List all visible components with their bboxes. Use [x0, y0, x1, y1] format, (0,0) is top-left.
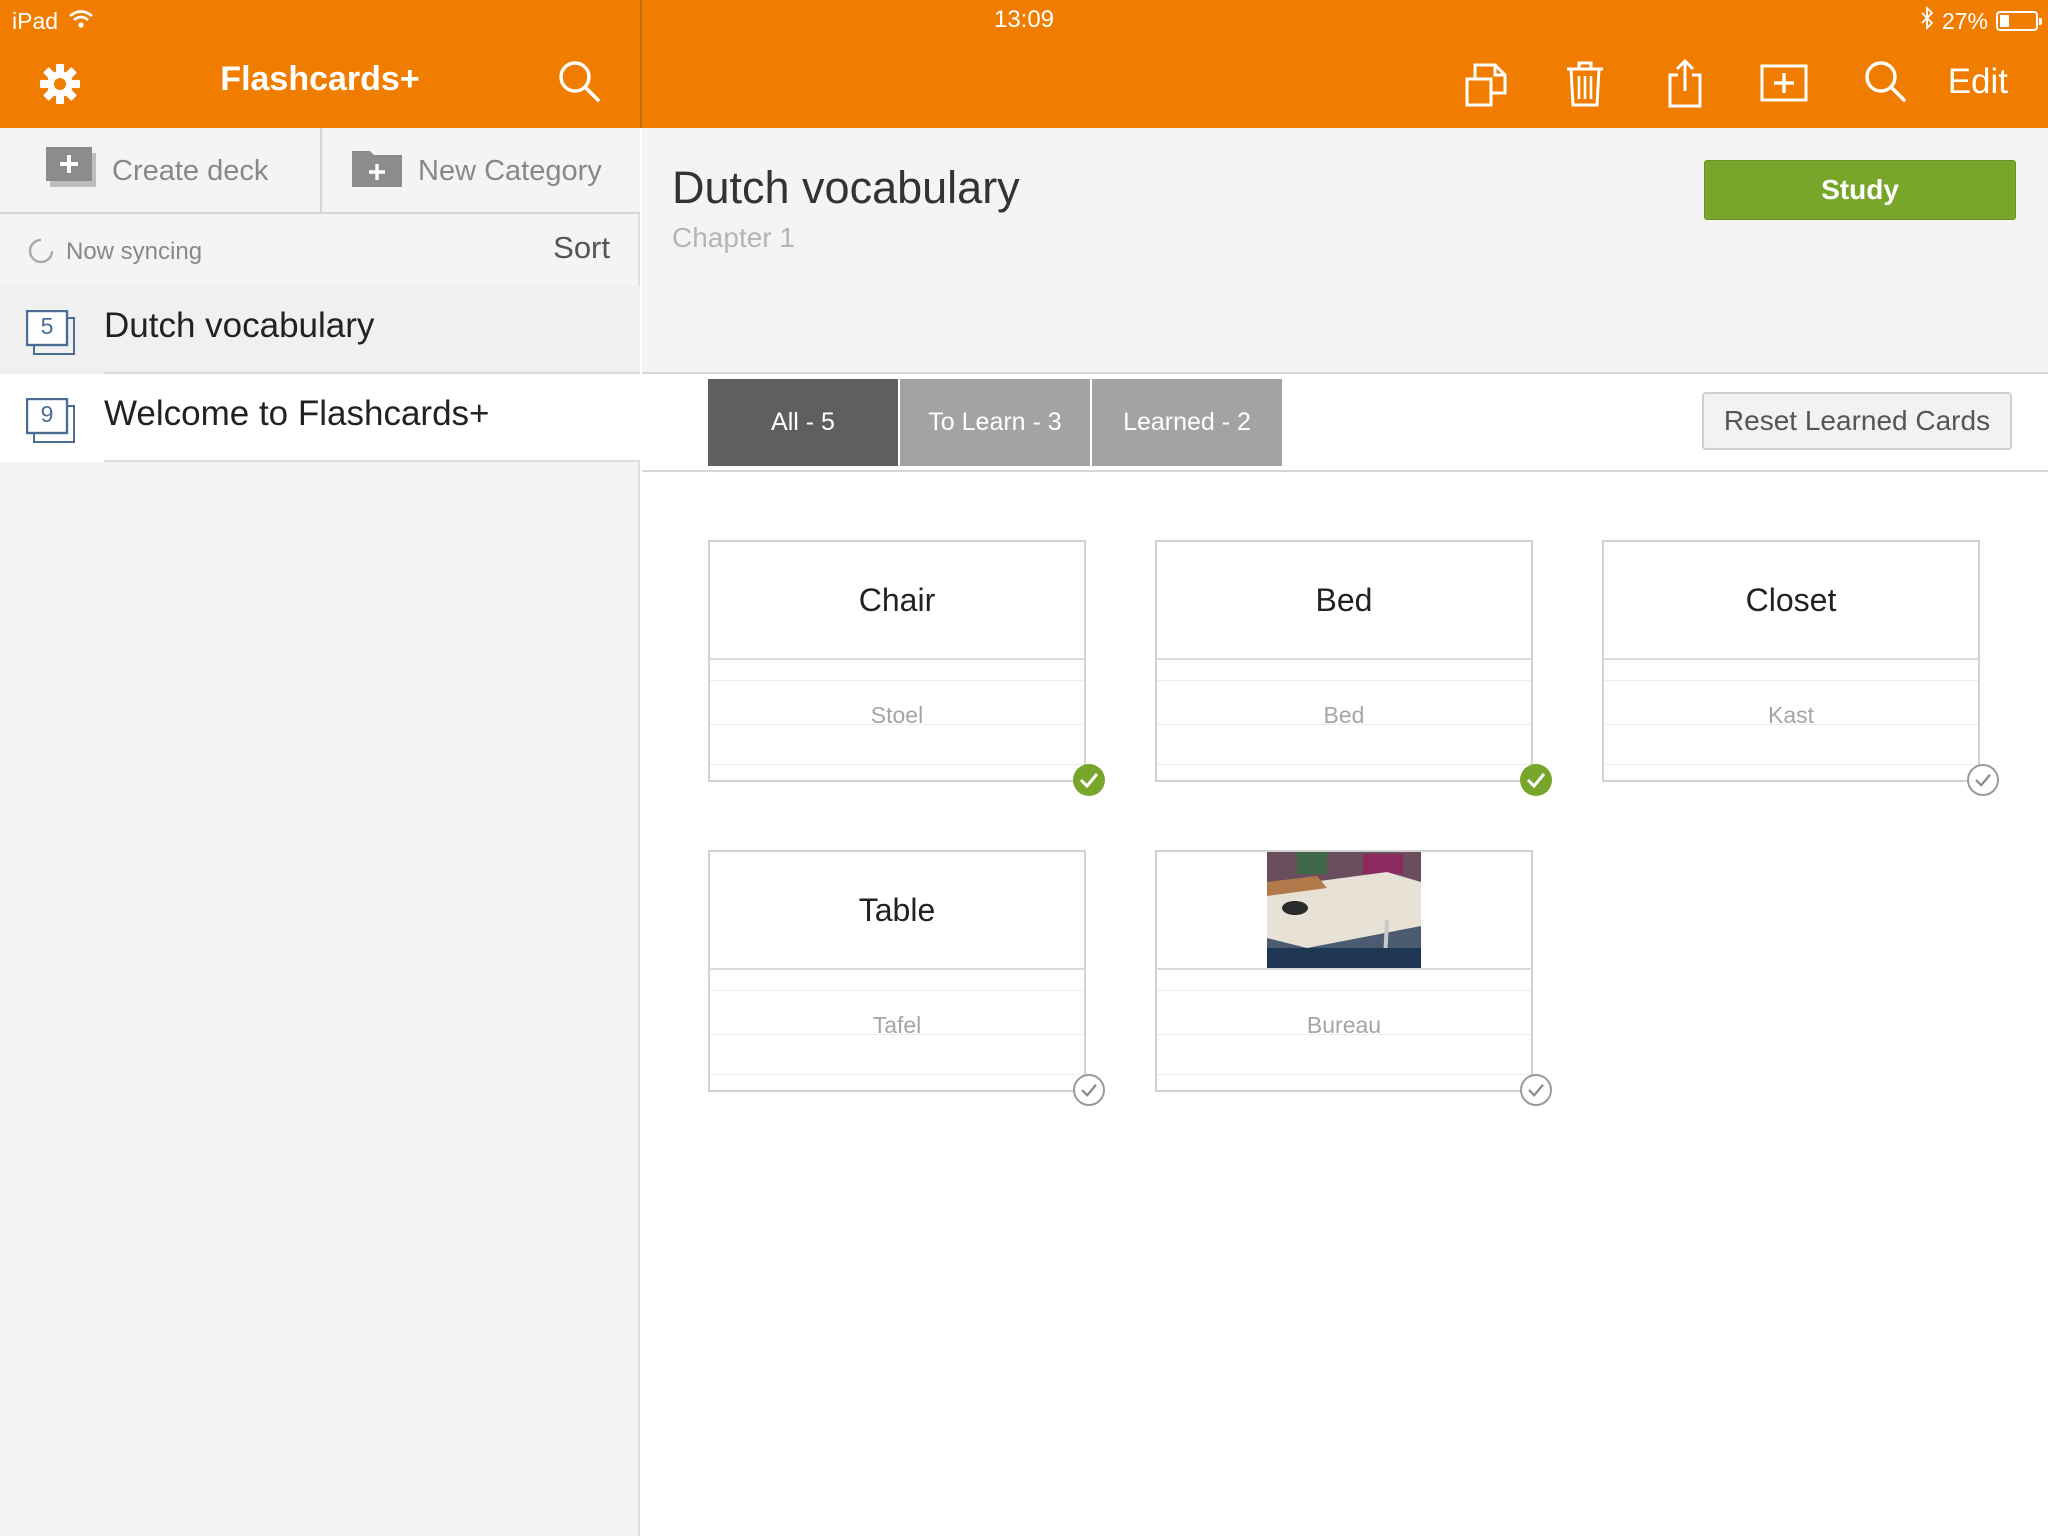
card-front: Chair	[710, 542, 1084, 660]
card-front: Table	[710, 852, 1084, 970]
deck-subtitle: Chapter 1	[672, 222, 795, 253]
status-bar-right: 27%	[1920, 5, 2042, 36]
deck-count: 5	[40, 313, 54, 339]
sort-button[interactable]: Sort	[553, 230, 610, 266]
tab-all[interactable]: All - 5	[708, 379, 898, 466]
battery-icon	[1996, 11, 2042, 31]
sidebar-actions-divider	[320, 128, 322, 214]
create-deck-label: Create deck	[112, 154, 269, 187]
app-title: Flashcards+	[220, 60, 420, 98]
card-back: Kast	[1767, 702, 1815, 728]
deck-row-welcome[interactable]: 9 Welcome to Flashcards+	[0, 374, 640, 462]
deck-row-dutch-vocabulary[interactable]: 5 Dutch vocabulary	[0, 286, 640, 374]
flashcard[interactable]: Chair Stoel	[708, 540, 1086, 782]
card-rule	[1604, 680, 1978, 681]
card-back: Bureau	[1306, 1012, 1382, 1038]
desk-photo-image	[1267, 852, 1421, 968]
tab-to-learn[interactable]: To Learn - 3	[900, 379, 1090, 466]
tab-learned[interactable]: Learned - 2	[1092, 379, 1282, 466]
card-rule	[1157, 764, 1531, 765]
trash-icon[interactable]	[1560, 56, 1610, 112]
edit-button[interactable]: Edit	[1948, 62, 2008, 102]
card-rule	[710, 990, 1084, 991]
learned-check-icon[interactable]	[1073, 764, 1105, 796]
search-icon[interactable]	[1860, 56, 1910, 106]
flashcard[interactable]: Bed Bed	[1155, 540, 1533, 782]
card-rule	[1157, 990, 1531, 991]
unlearned-check-icon[interactable]	[1967, 764, 1999, 796]
deck-count-badge: 5	[26, 310, 76, 356]
card-rule	[1604, 764, 1978, 765]
card-back: Tafel	[872, 1012, 922, 1038]
sidebar-search-icon[interactable]	[554, 56, 604, 106]
new-category-label: New Category	[418, 154, 602, 187]
create-deck-icon	[44, 145, 98, 197]
status-time: 13:09	[993, 6, 1055, 33]
deck-name: Welcome to Flashcards+	[104, 394, 490, 433]
study-button[interactable]: Study	[1704, 160, 2016, 220]
card-back: Stoel	[870, 702, 924, 728]
deck-header: Dutch vocabulary Chapter 1 Study	[642, 128, 2048, 374]
sync-spinner-icon	[28, 238, 54, 269]
card-rule	[710, 764, 1084, 765]
battery-level	[2000, 15, 2009, 27]
create-deck-button[interactable]: Create deck	[44, 128, 268, 214]
deck-name: Dutch vocabulary	[104, 306, 375, 345]
flashcard[interactable]: Bureau	[1155, 850, 1533, 1092]
share-icon[interactable]	[1660, 54, 1710, 112]
flashcard[interactable]: Closet Kast	[1602, 540, 1980, 782]
bluetooth-icon	[1920, 5, 1934, 36]
card-rule	[1157, 1074, 1531, 1075]
learned-check-icon[interactable]	[1520, 764, 1552, 796]
row-divider	[104, 460, 640, 462]
card-front: Closet	[1604, 542, 1978, 660]
sync-status: Now syncing	[66, 238, 203, 265]
sidebar-actions: Create deck New Category	[0, 128, 640, 214]
deck-title: Dutch vocabulary	[672, 162, 1020, 213]
sync-row: Now syncing Sort	[0, 216, 640, 284]
filter-bar: All - 5 To Learn - 3 Learned - 2 Reset L…	[642, 376, 2048, 472]
battery-percent: 27%	[1941, 7, 1988, 34]
folder-add-icon	[350, 145, 404, 197]
card-front	[1157, 852, 1531, 970]
unlearned-check-icon[interactable]	[1520, 1074, 1552, 1106]
new-category-button[interactable]: New Category	[350, 128, 602, 214]
top-bar: iPad 13:09 27% Flashcards+ Edit	[0, 0, 2048, 128]
deck-detail: Dutch vocabulary Chapter 1 Study All - 5…	[642, 128, 2048, 1536]
reset-learned-cards-button[interactable]: Reset Learned Cards	[1702, 392, 2012, 450]
sidebar: Create deck New Category Now syncing Sor…	[0, 128, 640, 1536]
deck-count: 9	[40, 401, 54, 427]
card-front: Bed	[1157, 542, 1531, 660]
card-rule	[710, 680, 1084, 681]
gear-icon[interactable]	[36, 60, 84, 108]
card-rule	[1157, 680, 1531, 681]
unlearned-check-icon[interactable]	[1073, 1074, 1105, 1106]
card-rule	[710, 1074, 1084, 1075]
flashcard[interactable]: Table Tafel	[708, 850, 1086, 1092]
card-back: Bed	[1323, 702, 1365, 728]
add-card-icon[interactable]	[1758, 58, 1810, 108]
deck-count-badge: 9	[26, 398, 76, 444]
duplicate-icon[interactable]	[1458, 56, 1514, 112]
